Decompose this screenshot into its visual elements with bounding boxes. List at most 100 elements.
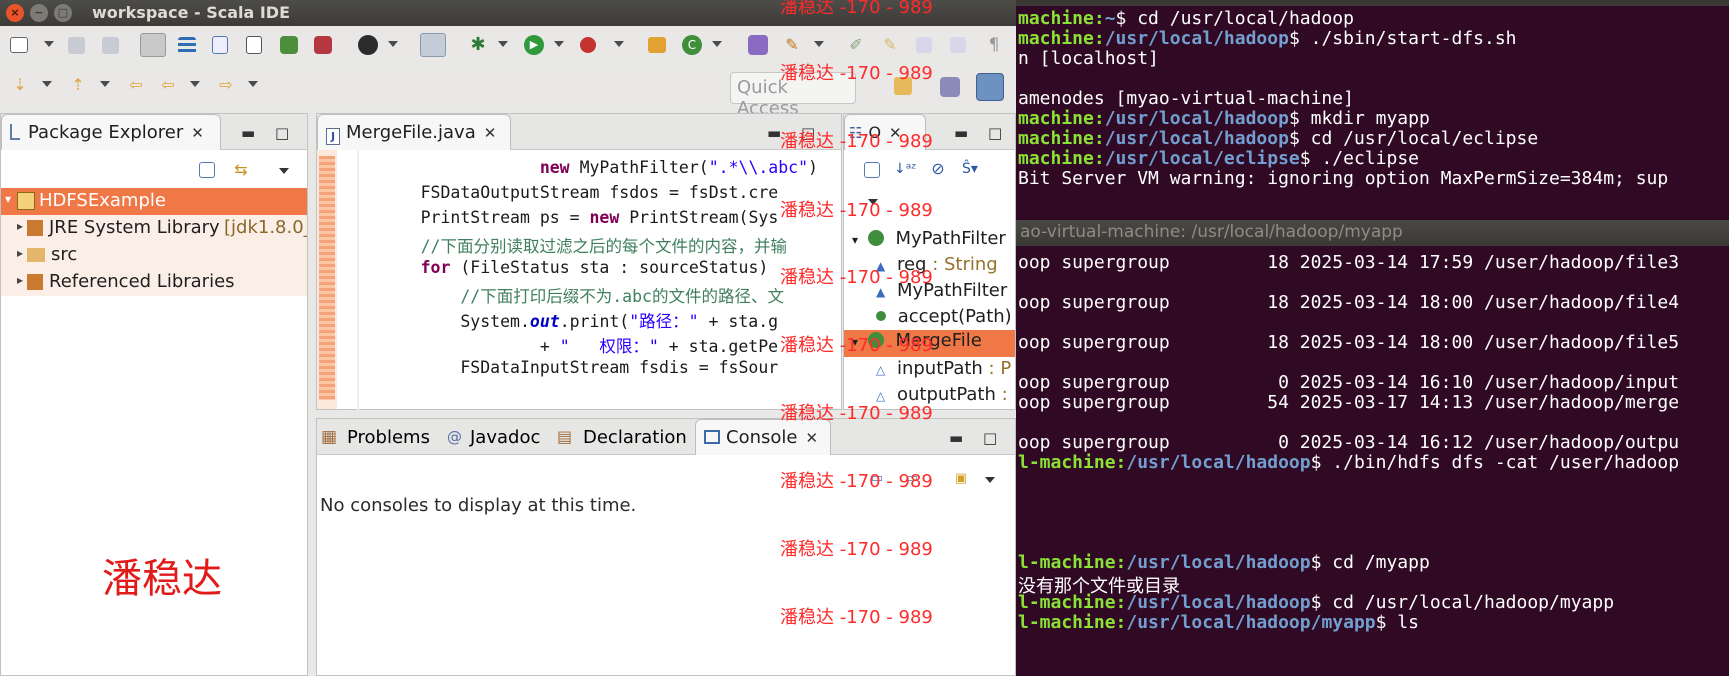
watermark-text: 潘稳达 -170 - 989 [780, 471, 933, 492]
terminal-output: oop supergroup 18 2025-03-14 18:00 /user… [1018, 292, 1680, 313]
tree-item-hdfsexample[interactable]: ▾ HDFSExample [1, 188, 307, 215]
annotation-icon[interactable]: ✐ [846, 35, 866, 55]
sort-icon[interactable]: ↓ᵃᶻ [894, 159, 916, 179]
close-tab-icon[interactable]: ✕ [805, 429, 818, 447]
terminal-line: l-machine:/usr/local/hadoop$ ./bin/hdfs … [1018, 452, 1679, 473]
open-task-icon[interactable] [246, 36, 262, 54]
outline-item-inputpath-field[interactable]: △ inputPath : P [876, 358, 1011, 379]
tab-problems[interactable]: Problems [347, 427, 430, 448]
code-line: PrintStream ps = new PrintStream(Sys [361, 208, 779, 227]
back-dropdown-icon[interactable] [190, 81, 200, 87]
close-tab-icon[interactable]: ✕ [484, 124, 497, 142]
scala-class-icon[interactable] [314, 36, 332, 54]
open-console-dropdown-icon[interactable] [985, 477, 995, 483]
hide-static-icon[interactable]: Ŝ▾ [960, 159, 980, 179]
terminal-tab-title[interactable]: ao-virtual-machine: /usr/local/hadoop/my… [1016, 220, 1729, 246]
open-perspective-icon[interactable] [748, 35, 768, 55]
tree-item-jre-library[interactable]: ▸ JRE System Library [jdk1.8.0_ [1, 215, 307, 242]
problems-icon: ▦ [321, 427, 338, 447]
paragraph-icon[interactable]: ¶ [984, 35, 1004, 55]
toggle-breadcrumb-icon[interactable] [140, 33, 166, 57]
forward-dropdown-icon[interactable] [248, 81, 258, 87]
maximize-outline-icon[interactable]: □ [988, 124, 1002, 142]
next-annotation-dropdown-icon[interactable] [42, 81, 52, 87]
terminal-window[interactable]: machine:~$ cd /usr/local/hadoop machine:/… [1016, 0, 1729, 676]
hide-fields-icon[interactable]: ⊘ [928, 159, 948, 179]
collapse-all-icon[interactable] [864, 162, 880, 178]
code-token: for [420, 258, 461, 277]
tab-javadoc[interactable]: Javadoc [470, 427, 540, 448]
expand-arrow-icon[interactable]: ▸ [17, 246, 23, 260]
expand-arrow-icon[interactable]: ▸ [17, 219, 23, 233]
maximize-window-button[interactable]: □ [54, 4, 72, 22]
new-dropdown-icon[interactable] [44, 41, 54, 47]
terminal-command: $ ./sbin/start-dfs.sh [1288, 28, 1517, 49]
previous-annotation-dropdown-icon[interactable] [100, 81, 110, 87]
search-dropdown-icon[interactable] [814, 41, 824, 47]
external-tools-icon[interactable] [580, 37, 596, 53]
code-editor[interactable]: new MyPathFilter(".*\\.abc") FSDataOutpu… [317, 150, 841, 410]
back-icon[interactable]: ⇦ [158, 75, 178, 95]
terminal-command: $ ./eclipse [1299, 148, 1419, 169]
tab-declaration[interactable]: Declaration [583, 427, 687, 448]
minimize-bottom-icon[interactable]: ▬ [949, 429, 963, 447]
save-all-icon[interactable] [102, 37, 119, 54]
terminal-command: $ cd /usr/local/eclipse [1288, 128, 1539, 149]
view-menu-icon[interactable] [279, 168, 289, 174]
outline-item-accept-method[interactable]: accept(Path) [876, 306, 1012, 327]
tree-item-src[interactable]: ▸ src [1, 242, 307, 269]
last-edit-icon[interactable] [916, 37, 932, 53]
profile-dropdown-icon[interactable] [388, 41, 398, 47]
minimize-window-button[interactable]: − [30, 4, 48, 22]
open-console-icon[interactable]: ▣ [951, 469, 971, 489]
external-tools-dropdown-icon[interactable] [614, 41, 624, 47]
expand-arrow-icon[interactable]: ▸ [17, 273, 23, 287]
tree-item-referenced-libraries[interactable]: ▸ Referenced Libraries [1, 269, 307, 296]
new-class-dropdown-icon[interactable] [712, 41, 722, 47]
skip-breakpoints-icon[interactable] [420, 33, 446, 57]
terminal-output: oop supergroup 0 2025-03-14 16:10 /user/… [1018, 372, 1680, 393]
javadoc-icon: @ [447, 428, 462, 446]
new-package-icon[interactable] [648, 37, 666, 53]
close-tab-icon[interactable]: ✕ [191, 124, 204, 142]
expand-arrow-icon[interactable]: ▾ [852, 233, 858, 247]
profile-icon[interactable] [358, 35, 378, 55]
maximize-view-icon[interactable]: □ [275, 124, 289, 142]
collapse-arrow-icon[interactable]: ▾ [5, 192, 11, 206]
code-token: //下面分别读取过滤之后的每个文件的内容，并输 [420, 237, 787, 256]
close-window-button[interactable]: × [6, 4, 24, 22]
scala-perspective-icon[interactable] [976, 73, 1004, 101]
minimize-outline-icon[interactable]: ▬ [954, 124, 968, 142]
show-whitespace-icon[interactable] [950, 37, 966, 53]
scala-project-icon[interactable] [280, 36, 298, 54]
tab-package-explorer[interactable]: Package Explorer ✕ [1, 114, 221, 150]
run-dropdown-icon[interactable] [554, 41, 564, 47]
run-icon[interactable]: ▶ [524, 35, 544, 55]
pen-icon[interactable]: ✎ [880, 35, 900, 55]
prompt-path: /usr/local/eclipse [1104, 148, 1300, 169]
outline-item-mypathfilter-class[interactable]: ▾ MyPathFilter [852, 228, 1006, 249]
outline-icon[interactable] [178, 37, 196, 54]
forward-icon[interactable]: ⇨ [216, 75, 236, 95]
class-icon [867, 230, 884, 246]
collapse-all-icon[interactable] [199, 162, 215, 178]
watermark-text: 潘稳达 -170 - 989 [780, 607, 933, 628]
last-edit-location-icon[interactable]: ⇦ [126, 75, 146, 95]
save-icon[interactable] [68, 37, 85, 54]
maximize-bottom-icon[interactable]: □ [983, 429, 997, 447]
search-icon[interactable]: ✎ [782, 35, 802, 55]
debug-dropdown-icon[interactable] [498, 41, 508, 47]
new-class-icon[interactable]: C [682, 35, 702, 55]
next-annotation-icon[interactable]: ⇣ [10, 75, 30, 95]
link-with-editor-icon[interactable]: ⇆ [231, 160, 251, 180]
debug-icon[interactable]: ✱ [468, 35, 488, 55]
java-perspective-icon[interactable] [940, 77, 960, 97]
previous-annotation-icon[interactable]: ⇡ [68, 75, 88, 95]
terminal-line: machine:/usr/local/eclipse$ ./eclipse [1018, 148, 1419, 169]
terminal-line: oop supergroup 0 2025-03-14 16:10 /user/… [1018, 372, 1679, 393]
open-type-icon[interactable] [212, 36, 228, 54]
tab-mergefile-java[interactable]: J MergeFile.java ✕ [317, 114, 511, 150]
minimize-view-icon[interactable]: ▬ [241, 124, 255, 142]
new-icon[interactable] [10, 37, 28, 53]
